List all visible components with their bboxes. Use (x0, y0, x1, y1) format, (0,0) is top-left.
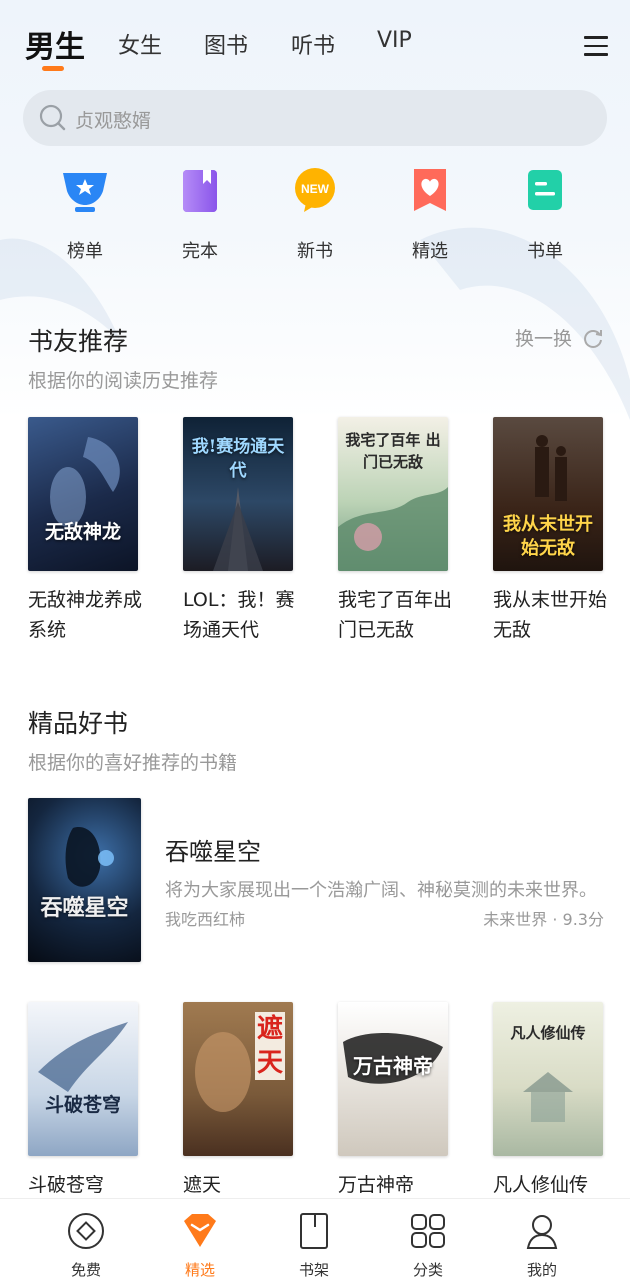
book-bookmark-icon (183, 170, 217, 212)
cover-title: 遮天 (255, 1012, 285, 1080)
refresh-icon (584, 330, 602, 348)
cover-title: 我宅了百年 出门已无敌 (345, 431, 441, 471)
search-bar[interactable]: 贞观憨婿 (23, 90, 607, 146)
list-card-icon (528, 170, 562, 210)
book-cover: 我!赛场通天代 (183, 417, 293, 571)
featured-description: 将为大家展现出一个浩瀚广阔、神秘莫测的未来世界。 (165, 880, 597, 901)
tab-audio[interactable]: 听书 (291, 28, 335, 60)
shortcut-label: 榜单 (67, 241, 103, 262)
grid-icon (411, 1214, 445, 1248)
nav-label: 我的 (526, 1261, 557, 1279)
book-card[interactable]: 斗破苍穹 斗破苍穹 (28, 1002, 138, 1200)
shortcut-ranking[interactable]: 榜单 (40, 165, 130, 263)
featured-meta: 未来世界 · 9.3分 (483, 910, 604, 929)
menu-icon[interactable] (584, 36, 608, 56)
nav-category[interactable]: 分类 (388, 1211, 468, 1280)
profile-icon (526, 1215, 558, 1249)
top-tab-bar: 男生 女生 图书 听书 VIP (0, 22, 630, 78)
shortcut-label: 精选 (412, 241, 448, 262)
featured-book[interactable]: 吞噬星空 吞噬星空 将为大家展现出一个浩瀚广阔、神秘莫测的未来世界。 我吃西红柿… (28, 798, 608, 962)
diamond-icon (184, 1214, 216, 1247)
tab-books[interactable]: 图书 (204, 28, 248, 60)
section-subtitle: 根据你的喜好推荐的书籍 (28, 752, 238, 774)
cover-title: 我从末世开始无敌 (503, 514, 593, 559)
nav-label: 分类 (412, 1261, 443, 1279)
tab-male[interactable]: 男生 (25, 22, 85, 66)
book-cover: 遮天 (183, 1002, 293, 1156)
book-title: 我从末世开始无敌 (493, 589, 608, 641)
dragon-art (50, 437, 120, 527)
section-title: 书友推荐 (28, 327, 129, 356)
active-tab-indicator (42, 66, 64, 71)
section-title: 精品好书 (28, 709, 129, 738)
refresh-button[interactable]: 换一换 (515, 324, 604, 351)
nav-label: 书架 (298, 1261, 329, 1279)
book-card[interactable]: 凡人修仙传 凡人修仙传 (493, 1002, 603, 1200)
shortcut-label: 新书 (297, 241, 333, 262)
shortcut-label: 完本 (182, 241, 218, 262)
featured-author: 我吃西红柿 (165, 910, 246, 929)
book-cover: 无敌神龙 (28, 417, 138, 571)
book-title: 无敌神龙养成系统 (28, 589, 143, 641)
shortcut-new[interactable]: NEW 新书 (270, 165, 360, 263)
book-title: 斗破苍穹 (28, 1174, 105, 1196)
book-card[interactable]: 我从末世开始无敌 我从末世开始无敌 (493, 417, 607, 645)
trophy-icon (63, 173, 107, 212)
book-card[interactable]: 我!赛场通天代 LOL：我！赛场通天代 (183, 417, 294, 645)
book-cover: 万古神帝 (338, 1002, 448, 1156)
warrior-art (65, 827, 114, 887)
free-coin-icon (68, 1213, 104, 1249)
nav-label: 免费 (70, 1261, 101, 1279)
nav-profile[interactable]: 我的 (502, 1211, 582, 1280)
shortcut-booklist[interactable]: 书单 (500, 165, 590, 263)
search-placeholder: 贞观憨婿 (75, 110, 152, 132)
book-card[interactable]: 无敌神龙 无敌神龙养成系统 (28, 417, 142, 645)
book-cover: 我从末世开始无敌 (493, 417, 603, 571)
cover-title: 无敌神龙 (44, 521, 121, 543)
nav-selected[interactable]: 精选 (160, 1211, 240, 1280)
ink-wave-art (38, 1022, 128, 1092)
book-cover: 凡人修仙传 (493, 1002, 603, 1156)
book-title: 万古神帝 (338, 1174, 415, 1196)
cover-title: 凡人修仙传 (510, 1024, 586, 1042)
book-card[interactable]: 遮天 遮天 (183, 1002, 293, 1200)
shortcut-completed[interactable]: 完本 (155, 165, 245, 263)
book-cover: 我宅了百年 出门已无敌 (338, 417, 448, 571)
book-card[interactable]: 万古神帝 万古神帝 (338, 1002, 448, 1200)
book-title: 凡人修仙传 (493, 1174, 589, 1196)
search-icon (39, 104, 66, 131)
bottom-nav: 免费 精选 书架 分类 我的 (0, 1198, 630, 1280)
nav-label: 精选 (184, 1261, 215, 1279)
book-title: LOL：我！赛场通天代 (183, 589, 295, 641)
book-title: 遮天 (183, 1174, 222, 1196)
ink-splash-art (343, 1032, 443, 1084)
cover-title: 吞噬星空 (40, 895, 129, 921)
new-badge-icon: NEW (295, 168, 335, 212)
svg-text:NEW: NEW (301, 182, 330, 196)
nav-bookshelf[interactable]: 书架 (274, 1211, 354, 1280)
bookshelf-icon (300, 1213, 328, 1249)
cover-title: 我!赛场通天代 (191, 437, 285, 481)
book-card[interactable]: 我宅了百年 出门已无敌 我宅了百年出门已无敌 (338, 417, 452, 645)
heart-bookmark-icon (414, 169, 446, 211)
shortcut-label: 书单 (527, 241, 563, 262)
section-subtitle: 根据你的阅读历史推荐 (28, 370, 219, 392)
tab-vip[interactable]: VIP (377, 28, 412, 53)
nav-free[interactable]: 免费 (46, 1211, 126, 1280)
book-cover: 吞噬星空 (28, 798, 141, 962)
refresh-label: 换一换 (514, 328, 572, 350)
cover-title: 万古神帝 (353, 1054, 433, 1078)
shortcut-selected[interactable]: 精选 (385, 165, 475, 263)
book-cover: 斗破苍穹 (28, 1002, 138, 1156)
featured-title: 吞噬星空 (165, 838, 261, 866)
tab-female[interactable]: 女生 (118, 28, 162, 60)
shortcut-row: 榜单 完本 NEW 新书 精选 书单 (0, 165, 630, 275)
cover-title: 斗破苍穹 (44, 1094, 121, 1116)
book-title: 我宅了百年出门已无敌 (338, 589, 453, 641)
